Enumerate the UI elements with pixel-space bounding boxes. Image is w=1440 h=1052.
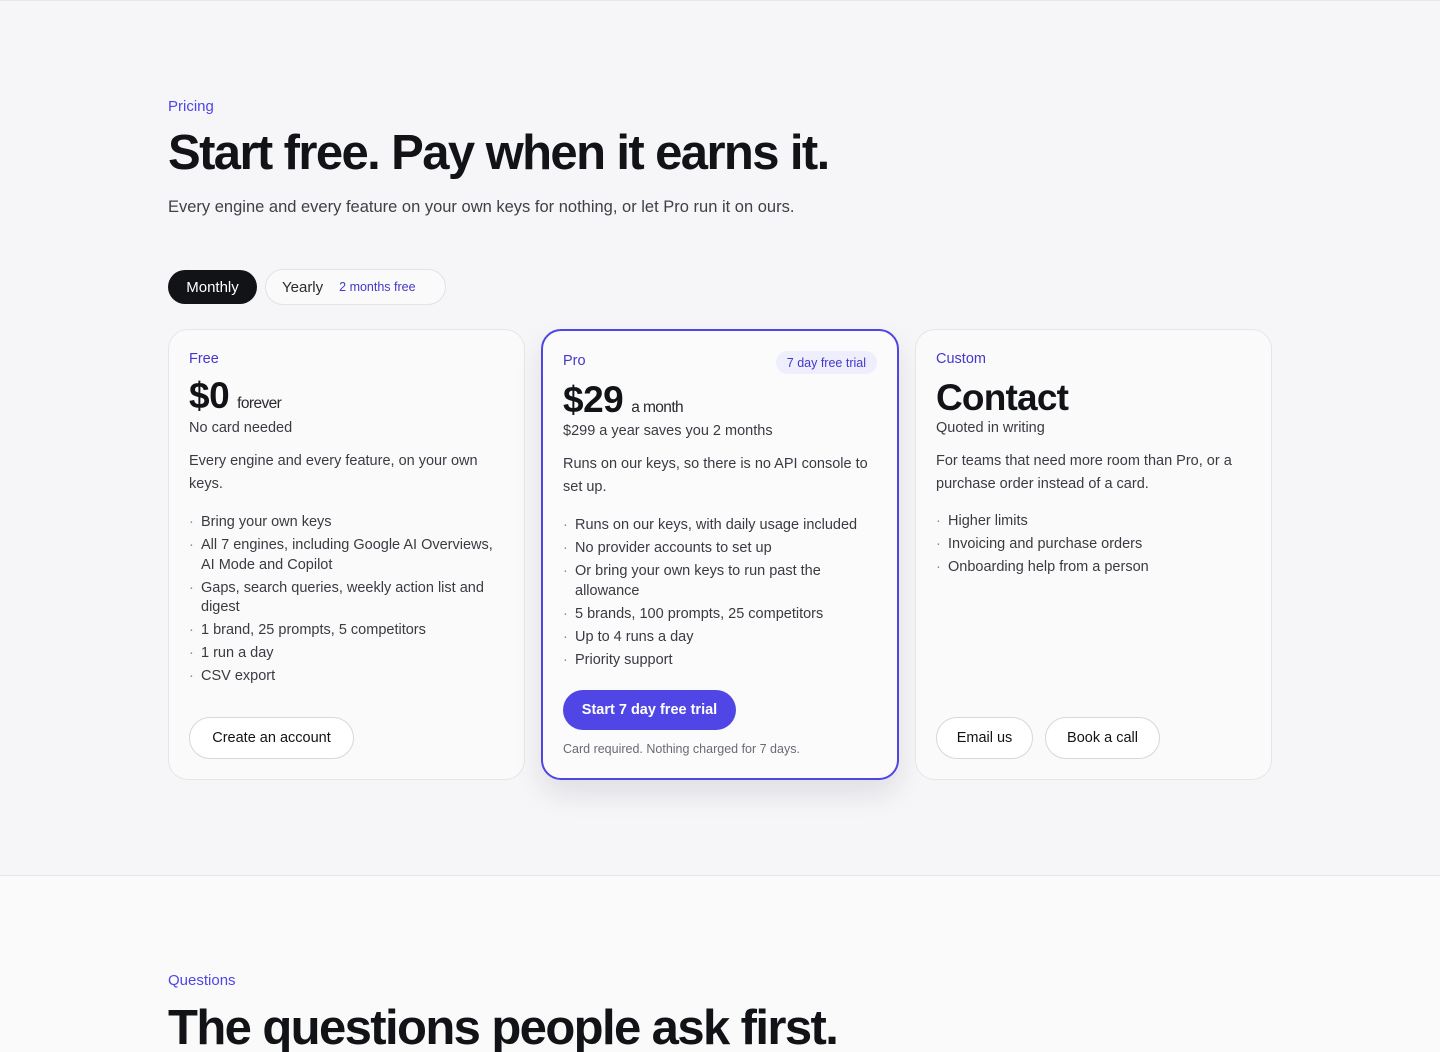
pricing-section: Pricing Start free. Pay when it earns it…: [0, 1, 1440, 875]
yearly-discount-badge: 2 months free: [339, 280, 416, 294]
email-us-button[interactable]: Email us: [936, 717, 1033, 759]
trial-fineprint: Card required. Nothing charged for 7 day…: [563, 742, 800, 756]
plan-feature: 1 brand, 25 prompts, 5 competitors: [189, 621, 507, 641]
plan-price-row: Contact: [936, 377, 1069, 418]
plan-description: For teams that need more room than Pro, …: [936, 453, 1232, 492]
plan-feature: CSV export: [189, 667, 507, 687]
plan-feature-list: Higher limits Invoicing and purchase ord…: [936, 512, 1254, 581]
plan-price-note: $299 a year saves you 2 months: [563, 423, 773, 439]
plan-card-custom: Custom Contact Quoted in writing For tea…: [915, 329, 1272, 780]
billing-yearly-label: Yearly: [282, 278, 324, 296]
plan-price: $29: [563, 379, 624, 420]
plan-tier-label: Pro: [563, 353, 586, 369]
plan-price-row: $29 a month: [563, 379, 684, 420]
faq-headline: The questions people ask first.: [168, 1001, 839, 1052]
faq-eyebrow: Questions: [168, 972, 236, 989]
plan-price-unit: forever: [237, 395, 282, 412]
faq-section: Questions The questions people ask first…: [0, 876, 1440, 1052]
plan-feature: Priority support: [563, 651, 881, 671]
plan-feature: Up to 4 runs a day: [563, 628, 881, 648]
trial-badge: 7 day free trial: [775, 351, 877, 374]
pricing-subtitle: Every engine and every feature on your o…: [168, 198, 795, 216]
start-trial-button[interactable]: Start 7 day free trial: [563, 690, 736, 730]
plan-price: Contact: [936, 377, 1069, 418]
plan-feature-list: Bring your own keys All 7 engines, inclu…: [189, 513, 507, 690]
plan-feature: All 7 engines, including Google AI Overv…: [189, 536, 507, 575]
billing-monthly-toggle[interactable]: Monthly: [168, 270, 257, 304]
plan-feature: Or bring your own keys to run past the a…: [563, 562, 881, 601]
plan-price-note: No card needed: [189, 420, 293, 436]
plan-feature: 1 run a day: [189, 644, 507, 664]
plan-price-unit: a month: [631, 399, 684, 416]
plan-description: Every engine and every feature, on your …: [189, 453, 478, 492]
plan-card-free: Free $0 forever No card needed Every eng…: [168, 329, 525, 780]
plan-feature: Bring your own keys: [189, 513, 507, 533]
plan-tier-label: Custom: [936, 351, 986, 367]
plan-feature: 5 brands, 100 prompts, 25 competitors: [563, 605, 881, 625]
pricing-eyebrow: Pricing: [168, 98, 214, 115]
plan-feature-list: Runs on our keys, with daily usage inclu…: [563, 516, 881, 674]
book-call-button[interactable]: Book a call: [1045, 717, 1160, 759]
plan-card-pro: Pro 7 day free trial $29 a month $299 a …: [541, 329, 899, 780]
pricing-headline: Start free. Pay when it earns it.: [168, 126, 830, 180]
plan-feature: Higher limits: [936, 512, 1254, 532]
plan-feature: Onboarding help from a person: [936, 558, 1254, 578]
plan-feature: Runs on our keys, with daily usage inclu…: [563, 516, 881, 536]
plan-price-note: Quoted in writing: [936, 420, 1045, 436]
plan-price: $0: [189, 375, 230, 416]
plan-price-row: $0 forever: [189, 375, 282, 416]
plan-feature: No provider accounts to set up: [563, 539, 881, 559]
billing-monthly-label: Monthly: [186, 278, 239, 296]
create-account-button[interactable]: Create an account: [189, 717, 354, 759]
plan-tier-label: Free: [189, 351, 219, 367]
billing-yearly-toggle[interactable]: Yearly 2 months free: [265, 269, 446, 305]
plan-description: Runs on our keys, so there is no API con…: [563, 456, 868, 495]
plan-feature: Gaps, search queries, weekly action list…: [189, 579, 507, 618]
plan-feature: Invoicing and purchase orders: [936, 535, 1254, 555]
